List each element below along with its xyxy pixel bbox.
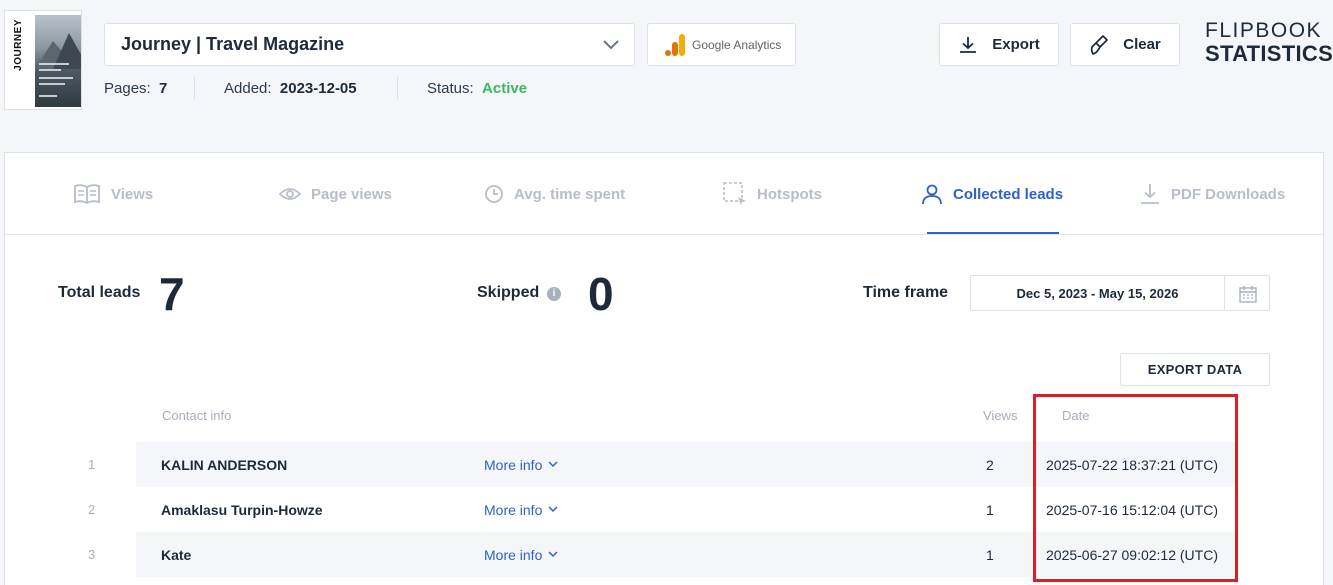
header-contact-info: Contact info <box>162 408 232 423</box>
lead-views: 2 <box>986 456 994 473</box>
export-button[interactable]: Export <box>939 23 1059 66</box>
header-views: Views <box>983 408 1018 423</box>
more-info-toggle[interactable]: More info <box>484 487 558 532</box>
export-data-button[interactable]: EXPORT DATA <box>1120 353 1270 386</box>
active-tab-indicator <box>927 232 1059 234</box>
hotspot-icon <box>723 182 746 205</box>
row-number: 1 <box>88 457 96 472</box>
tab-bar: Views Page views Avg. time spent Hotspot… <box>5 153 1323 235</box>
lead-views: 1 <box>986 501 994 518</box>
chevron-down-icon <box>548 461 558 468</box>
download-icon <box>1141 184 1159 204</box>
tab-collected-leads[interactable]: Collected leads <box>921 153 1063 235</box>
google-analytics-button[interactable]: Google Analytics <box>647 23 796 66</box>
total-leads-label: Total leads <box>58 284 141 301</box>
google-analytics-label: Google Analytics <box>692 37 782 52</box>
flipbook-select[interactable]: Journey | Travel Magazine <box>104 23 635 66</box>
views-icon <box>74 184 100 205</box>
date-range-picker[interactable]: Dec 5, 2023 - May 15, 2026 <box>970 275 1270 311</box>
google-analytics-icon <box>665 33 685 56</box>
tab-page-views[interactable]: Page views <box>279 153 392 235</box>
download-icon <box>960 36 977 53</box>
flipbook-thumbnail[interactable]: JOURNEY <box>4 10 82 110</box>
date-range-value: Dec 5, 2023 - May 15, 2026 <box>971 276 1225 310</box>
lead-date: 2025-06-27 09:02:12 (UTC) <box>1046 546 1218 563</box>
lead-views: 1 <box>986 546 994 563</box>
eye-icon <box>279 188 301 200</box>
time-frame-label: Time frame <box>863 284 949 301</box>
status-meta: Status: Active <box>427 80 528 97</box>
chevron-down-icon <box>603 40 619 50</box>
user-icon <box>922 184 942 205</box>
total-leads-value: 7 <box>159 268 185 320</box>
cover-title: JOURNEY <box>13 19 24 71</box>
chevron-down-icon <box>548 551 558 558</box>
cover-image <box>35 15 81 107</box>
added-meta: Added: 2023-12-05 <box>224 80 357 97</box>
flipbook-title: Journey | Travel Magazine <box>121 34 345 54</box>
calendar-icon[interactable] <box>1239 285 1257 303</box>
lead-date: 2025-07-22 18:37:21 (UTC) <box>1046 456 1218 473</box>
skipped-label: Skipped <box>477 284 540 301</box>
tab-avg-time[interactable]: Avg. time spent <box>484 153 625 235</box>
brush-icon <box>1091 34 1109 55</box>
tab-pdf-downloads[interactable]: PDF Downloads <box>1139 153 1285 235</box>
pages-meta: Pages: 7 <box>104 80 168 97</box>
status-badge: Active <box>482 80 528 97</box>
lead-name: Kate <box>161 546 192 563</box>
lead-name: KALIN ANDERSON <box>161 456 288 473</box>
row-number: 3 <box>88 547 96 562</box>
clear-button[interactable]: Clear <box>1070 23 1180 66</box>
lead-name: Amaklasu Turpin-Howze <box>161 501 323 518</box>
chevron-down-icon <box>548 506 558 513</box>
tab-views[interactable]: Views <box>73 153 153 235</box>
skipped-value: 0 <box>588 268 614 320</box>
more-info-toggle[interactable]: More info <box>484 442 558 487</box>
more-info-toggle[interactable]: More info <box>484 532 558 577</box>
info-icon[interactable]: i <box>547 287 561 301</box>
table-row: 3 Kate More info 1 2025-06-27 09:02:12 (… <box>88 532 1236 577</box>
clock-icon <box>485 185 503 203</box>
lead-date: 2025-07-16 15:12:04 (UTC) <box>1046 501 1218 518</box>
brand-logo: FLIPBOOK STATISTICS <box>1205 19 1333 66</box>
table-row: 1 KALIN ANDERSON More info 2 2025-07-22 … <box>88 442 1236 487</box>
statistics-panel: Views Page views Avg. time spent Hotspot… <box>4 152 1324 585</box>
tab-hotspots[interactable]: Hotspots <box>723 153 822 235</box>
table-row: 2 Amaklasu Turpin-Howze More info 1 2025… <box>88 487 1236 532</box>
header-date: Date <box>1062 408 1090 423</box>
row-number: 2 <box>88 502 96 517</box>
